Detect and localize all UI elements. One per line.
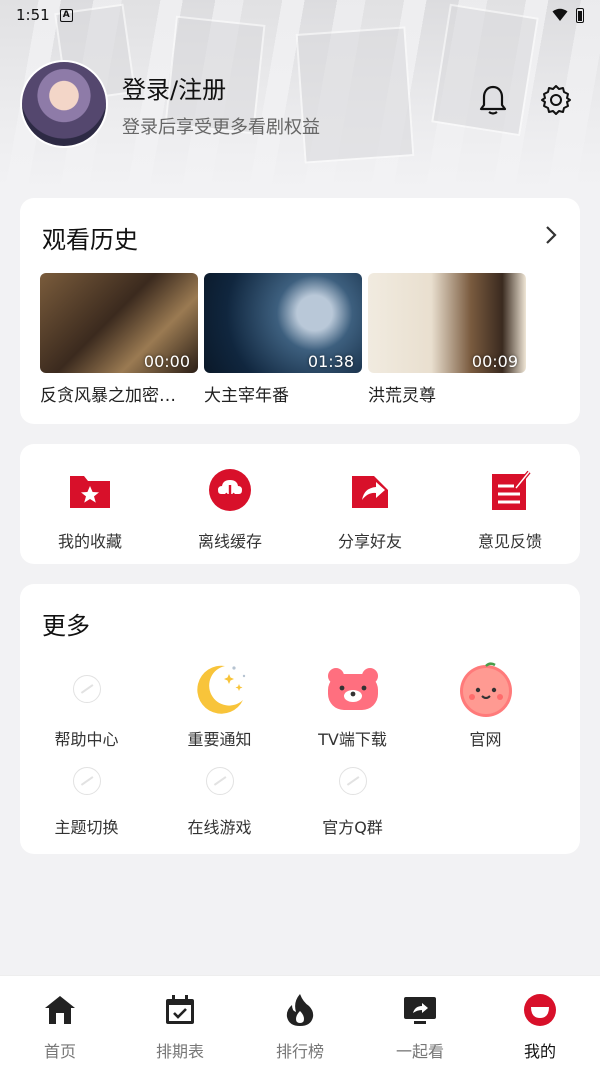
official-qq-group-label: 官方Q群 [322, 818, 383, 837]
peach-icon [457, 660, 515, 718]
offline-cache-button[interactable]: 离线缓存 [160, 444, 300, 564]
moon-icon [191, 660, 249, 718]
tab-watch-together-label: 一起看 [395, 1042, 444, 1061]
history-item[interactable]: 01:38 大主宰年番 [204, 273, 362, 406]
login-register-title[interactable]: 登录/注册 [122, 70, 320, 105]
watch-history-title: 观看历史 [42, 226, 138, 254]
official-qq-group-button[interactable]: 官方Q群 [286, 752, 419, 844]
bottom-tab-bar: 首页 排期表 排行榜 一起看 我的 [0, 975, 600, 1067]
tab-schedule[interactable]: 排期表 [120, 976, 240, 1067]
placeholder-icon [72, 767, 101, 795]
notification-a-icon: A [59, 8, 73, 22]
offline-cache-label: 离线缓存 [197, 532, 262, 551]
avatar[interactable] [20, 60, 108, 148]
placeholder-icon [205, 767, 234, 795]
placeholder-icon [72, 675, 101, 703]
status-bar: 1:51 A [0, 0, 600, 30]
share-friends-label: 分享好友 [337, 532, 402, 551]
quick-actions-card: 我的收藏 离线缓存 分享好友 意见反馈 [20, 444, 580, 564]
wifi-icon [552, 8, 568, 21]
tab-schedule-label: 排期表 [155, 1042, 204, 1061]
favorites-folder-icon [68, 468, 112, 512]
tab-watch-together[interactable]: 一起看 [360, 976, 480, 1067]
official-site-label: 官网 [469, 730, 502, 749]
cloud-download-icon [208, 468, 252, 512]
profile-section[interactable]: 登录/注册 登录后享受更多看剧权益 [20, 60, 580, 148]
important-notice-button[interactable]: 重要通知 [153, 660, 286, 752]
theme-switch-button[interactable]: 主题切换 [20, 752, 153, 844]
tab-profile-label: 我的 [523, 1042, 556, 1061]
history-item-title: 洪荒灵尊 [368, 386, 436, 406]
feedback-label: 意见反馈 [477, 532, 542, 551]
tv-download-button[interactable]: TV端下载 [286, 660, 419, 752]
history-progress-time: 00:00 [143, 352, 190, 371]
history-item[interactable]: 00:00 反贪风暴之加密… [40, 273, 198, 406]
more-title: 更多 [42, 612, 90, 640]
share-friends-button[interactable]: 分享好友 [300, 444, 440, 564]
history-item[interactable]: 00:09 洪荒灵尊 [368, 273, 526, 406]
home-icon [42, 992, 78, 1028]
placeholder-icon [338, 767, 367, 795]
bear-icon [324, 660, 382, 718]
tab-ranking[interactable]: 排行榜 [240, 976, 360, 1067]
tab-ranking-label: 排行榜 [275, 1042, 324, 1061]
history-thumbnail: 01:38 [204, 273, 362, 373]
help-center-button[interactable]: 帮助中心 [20, 660, 153, 752]
battery-icon [576, 7, 584, 23]
help-center-label: 帮助中心 [54, 730, 119, 749]
watch-history-card: 观看历史 00:00 反贪风暴之加密… 01:38 大主宰年番 00:09 洪荒… [20, 198, 580, 424]
bell-icon[interactable] [475, 82, 511, 118]
more-card: 更多 帮助中心 重要通知 TV端下载 官网 主题切换 在线游戏 官方Q群 [20, 584, 580, 854]
profile-icon [522, 992, 558, 1028]
important-notice-label: 重要通知 [187, 730, 252, 749]
login-subtitle: 登录后享受更多看剧权益 [122, 116, 320, 138]
tv-download-label: TV端下载 [318, 730, 387, 749]
history-thumbnail: 00:00 [40, 273, 198, 373]
history-progress-time: 01:38 [307, 352, 354, 371]
online-games-button[interactable]: 在线游戏 [153, 752, 286, 844]
favorites-button[interactable]: 我的收藏 [20, 444, 160, 564]
flame-icon [282, 992, 318, 1028]
screen-share-icon [402, 992, 438, 1028]
status-time: 1:51 [16, 6, 50, 24]
theme-switch-label: 主题切换 [54, 818, 119, 837]
history-item-title: 反贪风暴之加密… [40, 386, 176, 406]
history-thumbnail: 00:09 [368, 273, 526, 373]
tab-home[interactable]: 首页 [0, 976, 120, 1067]
history-progress-time: 00:09 [471, 352, 518, 371]
feedback-button[interactable]: 意见反馈 [440, 444, 580, 564]
chevron-right-icon[interactable] [542, 224, 560, 246]
favorites-label: 我的收藏 [57, 532, 122, 551]
gear-icon[interactable] [538, 82, 574, 118]
official-site-button[interactable]: 官网 [419, 660, 552, 752]
feedback-icon [488, 468, 532, 512]
tab-profile[interactable]: 我的 [480, 976, 600, 1067]
share-icon [348, 468, 392, 512]
history-item-title: 大主宰年番 [204, 386, 289, 406]
tab-home-label: 首页 [43, 1042, 76, 1061]
online-games-label: 在线游戏 [187, 818, 252, 837]
calendar-icon [162, 992, 198, 1028]
